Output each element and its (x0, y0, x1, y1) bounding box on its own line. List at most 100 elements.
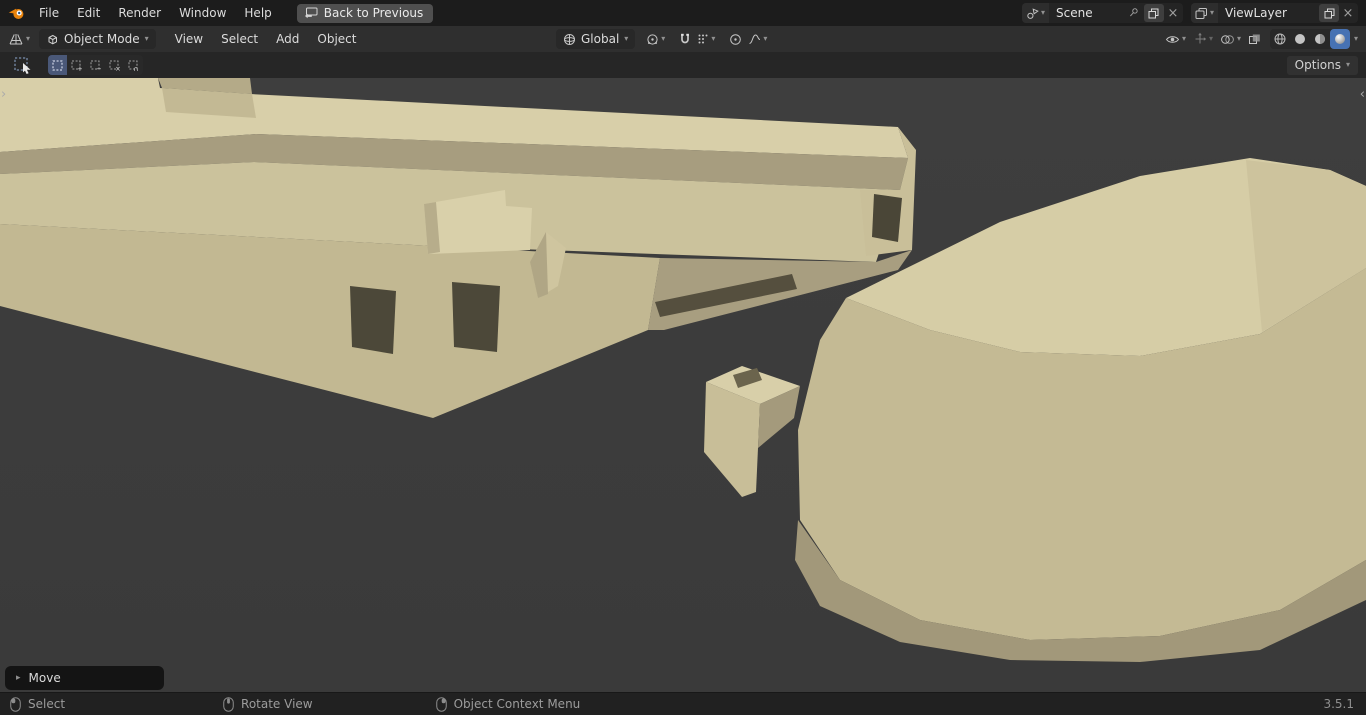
select-subtract-icon: − (90, 60, 101, 71)
menu-add[interactable]: Add (267, 26, 308, 52)
keymap-hint-rotate-view: Rotate View (223, 696, 313, 712)
new-scene-button[interactable] (1143, 4, 1164, 22)
active-tool-button[interactable] (12, 54, 36, 76)
menu-help[interactable]: Help (235, 0, 280, 26)
unlink-scene-button[interactable]: × (1165, 4, 1181, 22)
xray-toggle-button[interactable] (1245, 29, 1264, 49)
scene-render (0, 78, 1366, 662)
blender-menu-button[interactable] (6, 6, 30, 21)
left-mouse-icon (10, 696, 21, 712)
viewport-display-controls: ▾ ▾ ▾ ▾ (1162, 29, 1361, 49)
snap-settings-dropdown[interactable]: ▾ (694, 29, 718, 49)
middle-mouse-icon (223, 696, 234, 712)
menu-window[interactable]: Window (170, 0, 235, 26)
material-sphere-icon (1314, 34, 1325, 44)
orientation-dropdown[interactable]: Global ▾ (556, 29, 636, 49)
overlays-icon (1221, 34, 1234, 44)
viewport-header: ▾ Object Mode ▾ View Select Add Object G… (0, 26, 1366, 52)
scene-selector: ▾ Scene × (1021, 3, 1183, 23)
select-mode-invert-button[interactable]: × (105, 55, 124, 75)
viewlayer-browse-button[interactable]: ▾ (1190, 3, 1218, 23)
back-to-previous-button[interactable]: Back to Previous (296, 3, 434, 23)
menu-edit[interactable]: Edit (68, 0, 109, 26)
duplicate-icon (1324, 8, 1334, 18)
viewport-3d[interactable]: › ‹ ▸ Move (0, 78, 1366, 692)
object-mode-icon (48, 34, 58, 44)
svg-text:+: + (77, 65, 82, 71)
shading-solid-button[interactable] (1290, 29, 1310, 49)
pivot-median-icon (647, 33, 658, 45)
proportional-falloff-dropdown[interactable]: ▾ (745, 29, 770, 49)
mode-dropdown[interactable]: Object Mode ▾ (39, 29, 156, 49)
rendered-sphere-icon (1334, 34, 1345, 44)
overlays-dropdown[interactable]: ▾ (1217, 29, 1244, 49)
dropdown-arrow-icon: ▾ (711, 34, 716, 43)
svg-text:∩: ∩ (134, 65, 139, 71)
scene-browse-button[interactable]: ▾ (1021, 3, 1049, 23)
blender-logo-icon (8, 8, 24, 19)
xray-icon (1248, 34, 1260, 44)
topbar: File Edit Render Window Help Back to Pre… (0, 0, 1366, 26)
topbar-right: ▾ Scene × ▾ ViewLayer × (1021, 3, 1360, 23)
snap-grid-icon (698, 34, 708, 44)
shading-settings-dropdown[interactable]: ▾ (1351, 29, 1361, 49)
menu-select[interactable]: Select (212, 26, 267, 52)
dropdown-arrow-icon: ▾ (144, 34, 149, 43)
orientation-label: Global (581, 32, 620, 46)
operator-panel-move[interactable]: ▸ Move (5, 666, 164, 690)
keymap-label: Rotate View (241, 697, 313, 711)
tool-settings-bar: + − × ∩ Options ▾ (0, 52, 1366, 78)
gizmos-dropdown[interactable]: ▾ (1190, 29, 1216, 49)
dropdown-arrow-icon: ▾ (1236, 34, 1241, 43)
viewport-menus: View Select Add Object (166, 26, 366, 52)
remove-viewlayer-button[interactable]: × (1340, 4, 1356, 22)
toolbar-expand-arrow[interactable]: › (1, 88, 6, 101)
right-mouse-icon (435, 696, 447, 712)
menu-render[interactable]: Render (109, 0, 170, 26)
new-viewlayer-button[interactable] (1319, 4, 1339, 22)
sidebar-expand-arrow[interactable]: ‹ (1360, 88, 1365, 101)
dropdown-arrow-icon: ▾ (1208, 34, 1213, 43)
dropdown-arrow-icon: ▾ (26, 34, 31, 43)
select-mode-intersect-button[interactable]: ∩ (124, 55, 143, 75)
snap-toggle-button[interactable] (676, 29, 694, 49)
scene-name-field[interactable]: Scene (1049, 6, 1125, 20)
shading-material-button[interactable] (1310, 29, 1330, 49)
editor-type-button[interactable]: ▾ (5, 29, 33, 49)
svg-text:−: − (96, 65, 101, 71)
falloff-curve-icon (749, 34, 761, 44)
proportional-editing-toggle[interactable] (726, 29, 745, 49)
keymap-hint-context-menu: Object Context Menu (435, 696, 580, 712)
select-invert-icon: × (109, 60, 120, 71)
scene-icon (1027, 7, 1039, 19)
back-to-previous-label: Back to Previous (323, 6, 424, 20)
eye-icon (1165, 35, 1180, 43)
menu-file[interactable]: File (30, 0, 68, 26)
select-mode-extend-button[interactable]: + (67, 55, 86, 75)
viewlayer-name-field[interactable]: ViewLayer (1218, 6, 1318, 20)
pin-scene-button[interactable] (1125, 4, 1143, 22)
menu-view[interactable]: View (166, 26, 212, 52)
dropdown-arrow-icon: ▾ (763, 34, 768, 43)
options-dropdown[interactable]: Options ▾ (1286, 55, 1358, 75)
solid-sphere-icon (1294, 34, 1305, 44)
keymap-hint-select: Select (10, 696, 66, 712)
select-mode-set-button[interactable] (48, 55, 67, 75)
select-set-icon (52, 60, 63, 70)
pivot-point-dropdown[interactable]: ▾ (643, 29, 668, 49)
box-select-tool-icon (14, 57, 31, 74)
keymap-label: Select (28, 697, 66, 711)
wireframe-sphere-icon (1274, 33, 1286, 45)
select-mode-subtract-button[interactable]: − (86, 55, 105, 75)
mode-label: Object Mode (64, 32, 140, 46)
object-visibility-dropdown[interactable]: ▾ (1162, 29, 1189, 49)
shading-rendered-button[interactable] (1329, 29, 1350, 49)
operator-panel-label: Move (28, 671, 61, 685)
back-icon (304, 7, 318, 19)
dropdown-arrow-icon: ▾ (1209, 8, 1214, 17)
viewlayer-icon (1195, 7, 1207, 19)
menu-object[interactable]: Object (308, 26, 365, 52)
select-extend-icon: + (71, 60, 82, 71)
transform-controls: Global ▾ ▾ ▾ ▾ (556, 29, 770, 49)
shading-wireframe-button[interactable] (1270, 29, 1290, 49)
